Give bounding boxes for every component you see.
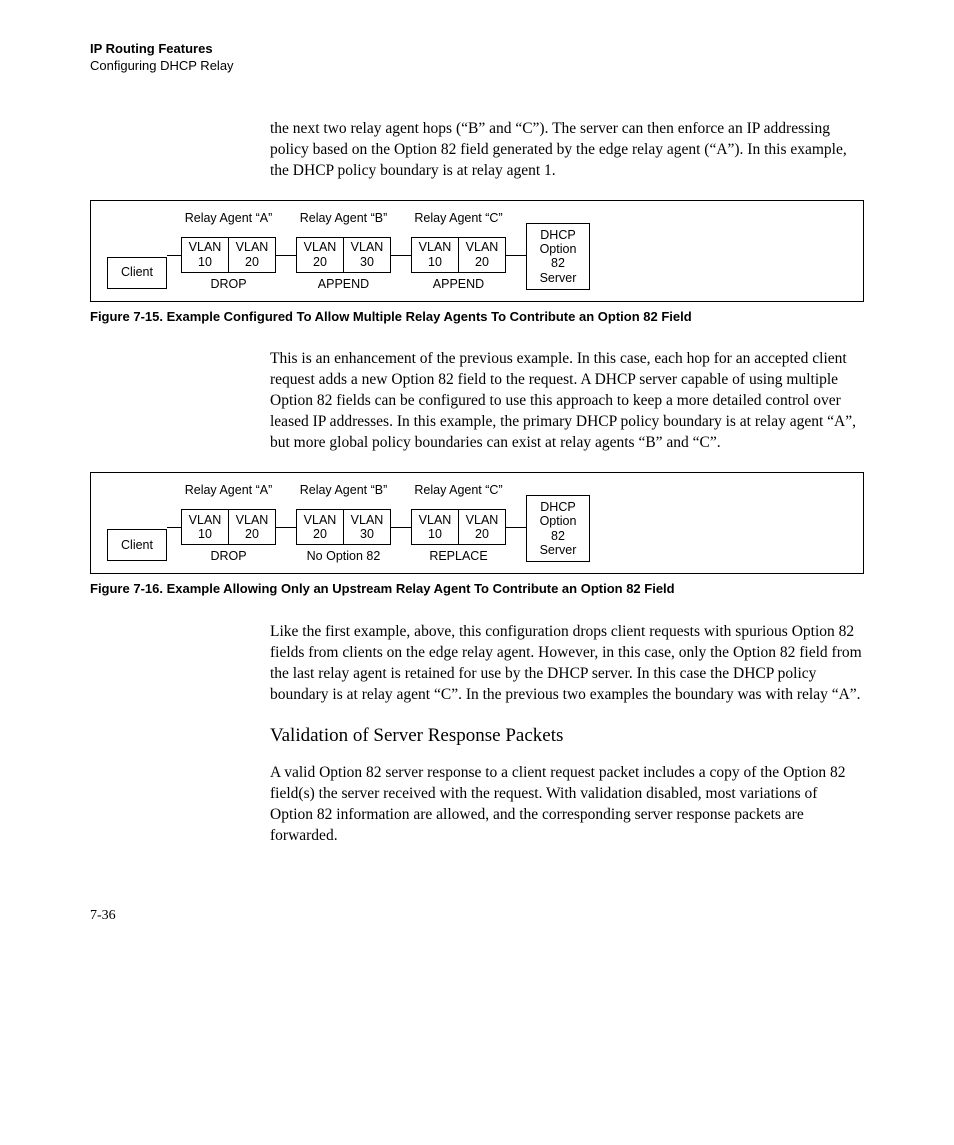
connector-line	[506, 255, 526, 256]
client-box: Client	[107, 529, 167, 561]
relay-agent-c-mode: APPEND	[433, 277, 484, 291]
relay-agent-c-box: VLAN10 VLAN20	[411, 509, 506, 545]
running-header: IP Routing Features Configuring DHCP Rel…	[90, 40, 864, 75]
relay-agent-a-mode: DROP	[210, 277, 246, 291]
relay-agent-c-label: Relay Agent “C”	[414, 483, 502, 501]
page-number: 7-36	[90, 907, 864, 926]
relay-agent-b-label: Relay Agent “B”	[300, 483, 388, 501]
relay-agent-a-label: Relay Agent “A”	[185, 211, 273, 229]
relay-agent-b-box: VLAN20 VLAN30	[296, 237, 391, 273]
header-title: IP Routing Features	[90, 40, 864, 57]
relay-agent-a-box: VLAN10 VLAN20	[181, 509, 276, 545]
client-box: Client	[107, 257, 167, 289]
body-para-1: the next two relay agent hops (“B” and “…	[270, 119, 864, 182]
body-para-2: This is an enhancement of the previous e…	[270, 349, 864, 454]
figure-7-15-diagram: Client Relay Agent “A” VLAN10 VLAN20 DRO…	[90, 200, 864, 302]
connector-line	[276, 527, 296, 528]
relay-agent-a-box: VLAN10 VLAN20	[181, 237, 276, 273]
relay-agent-a-mode: DROP	[210, 549, 246, 563]
relay-agent-c-mode: REPLACE	[429, 549, 487, 563]
section-heading: Validation of Server Response Packets	[270, 723, 864, 748]
connector-line	[167, 527, 181, 528]
connector-line	[506, 527, 526, 528]
relay-agent-b-box: VLAN20 VLAN30	[296, 509, 391, 545]
relay-agent-b-mode: APPEND	[318, 277, 369, 291]
figure-7-16-diagram: Client Relay Agent “A” VLAN10 VLAN20 DRO…	[90, 472, 864, 574]
figure-7-15-caption: Figure 7-15. Example Configured To Allow…	[90, 308, 864, 325]
connector-line	[391, 255, 411, 256]
header-subtitle: Configuring DHCP Relay	[90, 57, 864, 74]
body-para-4: A valid Option 82 server response to a c…	[270, 763, 864, 847]
relay-agent-c-label: Relay Agent “C”	[414, 211, 502, 229]
body-para-3: Like the first example, above, this conf…	[270, 622, 864, 706]
relay-agent-b-label: Relay Agent “B”	[300, 211, 388, 229]
connector-line	[276, 255, 296, 256]
dhcp-server-box: DHCP Option 82 Server	[526, 495, 590, 563]
figure-7-16-caption: Figure 7-16. Example Allowing Only an Up…	[90, 580, 864, 597]
relay-agent-c-box: VLAN10 VLAN20	[411, 237, 506, 273]
connector-line	[167, 255, 181, 256]
dhcp-server-box: DHCP Option 82 Server	[526, 223, 590, 291]
relay-agent-b-mode: No Option 82	[307, 549, 381, 563]
connector-line	[391, 527, 411, 528]
relay-agent-a-label: Relay Agent “A”	[185, 483, 273, 501]
